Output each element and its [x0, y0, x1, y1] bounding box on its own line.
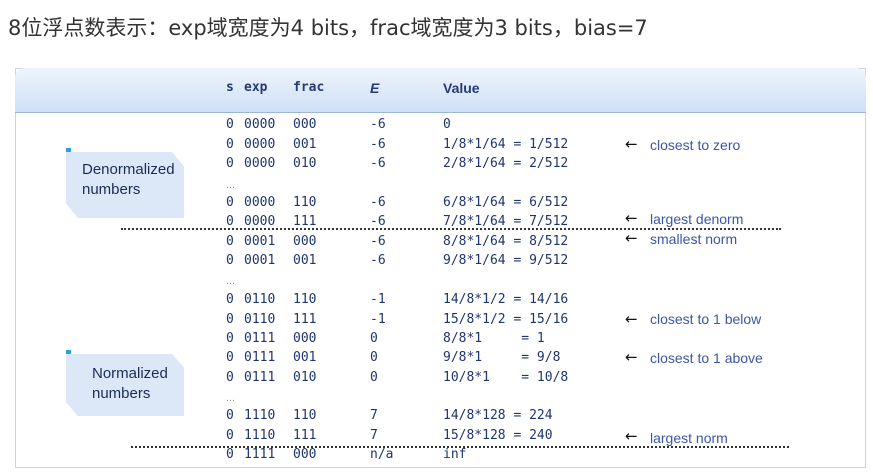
cell-e: n/a [370, 447, 394, 462]
cell-exp: 0111 [244, 331, 276, 346]
cell-e: -1 [370, 292, 386, 307]
cell-value: inf [443, 447, 467, 462]
cell-s: 0 [226, 117, 234, 132]
cell-exp: 0000 [244, 117, 276, 132]
note-closest-above-1: closest to 1 above [650, 350, 763, 366]
cell-frac: 000 [293, 447, 317, 462]
cell-frac: 111 [293, 312, 317, 327]
cell-value: 0 [443, 117, 451, 132]
denormalized-label: Denormalized numbers [82, 161, 175, 198]
cell-s: 0 [226, 253, 234, 268]
cell-s: 0 [226, 447, 234, 462]
note-closest-below-1: closest to 1 below [650, 311, 762, 327]
denorm-norm-divider [121, 228, 781, 230]
table-header-band [15, 68, 866, 113]
cell-s: 0 [226, 156, 234, 171]
cell-s: 0 [226, 428, 234, 443]
cell-e: 7 [370, 428, 378, 443]
cell-frac: 111 [293, 428, 317, 443]
cell-frac: 110 [293, 292, 317, 307]
cell-frac: 001 [293, 350, 317, 365]
arrow-icon: ← [625, 229, 638, 247]
cell-frac: 000 [293, 234, 317, 249]
cell-s: 0 [226, 234, 234, 249]
normalized-label: Normalized numbers [92, 365, 168, 402]
cell-s: 0 [226, 292, 234, 307]
arrow-icon: ← [625, 348, 638, 366]
cell-exp: 0001 [244, 253, 276, 268]
cell-value: 14/8*128 = 224 [443, 408, 553, 423]
cell-s: 0 [226, 331, 234, 346]
cell-e: 0 [370, 370, 378, 385]
cell-e: 7 [370, 408, 378, 423]
cell-exp: 1110 [244, 428, 276, 443]
header-e: E [370, 80, 380, 96]
page-title: 8位浮点数表示：exp域宽度为4 bits，frac域宽度为3 bits，bia… [8, 16, 648, 40]
arrow-icon: ← [625, 427, 638, 445]
cell-e: -6 [370, 137, 386, 152]
cell-frac: 010 [293, 370, 317, 385]
header-s: s [226, 80, 234, 95]
cell-e: -1 [370, 312, 386, 327]
norm-special-divider [131, 446, 789, 448]
arrow-icon: ← [625, 310, 638, 328]
cell-e: -6 [370, 253, 386, 268]
cell-value: 10/8*1 = 10/8 [443, 370, 569, 385]
cell-exp: 0000 [244, 137, 276, 152]
cell-value: 9/8*1 = 9/8 [443, 350, 561, 365]
cell-value: 1/8*1/64 = 1/512 [443, 137, 569, 152]
denormalized-badge: Denormalized numbers [66, 152, 184, 218]
cell-frac: 010 [293, 156, 317, 171]
cell-exp: 0000 [244, 195, 276, 210]
cell-value: 15/8*128 = 240 [443, 428, 553, 443]
cell-frac: 001 [293, 137, 317, 152]
cell-e: 0 [370, 331, 378, 346]
cell-exp: 0111 [244, 350, 276, 365]
cell-e: 0 [370, 350, 378, 365]
cell-e: -6 [370, 234, 386, 249]
note-closest-to-zero: closest to zero [650, 137, 741, 153]
cell-value: 8/8*1/64 = 8/512 [443, 234, 569, 249]
ellipsis-1: … [226, 181, 235, 191]
note-smallest-norm: smallest norm [650, 231, 738, 247]
cell-exp: 0001 [244, 234, 276, 249]
header-value: Value [443, 80, 480, 96]
ellipsis-2: … [226, 277, 235, 287]
cell-frac: 001 [293, 253, 317, 268]
arrow-icon: ← [625, 209, 638, 227]
note-largest-denorm: largest denorm [650, 211, 744, 227]
cell-s: 0 [226, 195, 234, 210]
cell-frac: 000 [293, 331, 317, 346]
cell-s: 0 [226, 137, 234, 152]
cell-e: -6 [370, 117, 386, 132]
cell-exp: 0000 [244, 156, 276, 171]
cell-exp: 1111 [244, 447, 276, 462]
ellipsis-3: … [226, 394, 235, 404]
header-frac: frac [293, 80, 325, 95]
cell-e: -6 [370, 156, 386, 171]
cell-value: 8/8*1 = 1 [443, 331, 545, 346]
cell-value: 6/8*1/64 = 6/512 [443, 195, 569, 210]
header-exp: exp [244, 80, 268, 95]
cell-value: 2/8*1/64 = 2/512 [443, 156, 569, 171]
cell-frac: 110 [293, 195, 317, 210]
cell-value: 15/8*1/2 = 15/16 [443, 312, 569, 327]
cell-e: -6 [370, 195, 386, 210]
note-largest-norm: largest norm [650, 430, 728, 446]
cell-value: 14/8*1/2 = 14/16 [443, 292, 569, 307]
cell-s: 0 [226, 312, 234, 327]
normalized-badge: Normalized numbers [66, 354, 184, 416]
cell-s: 0 [226, 408, 234, 423]
cell-exp: 1110 [244, 408, 276, 423]
arrow-icon: ← [625, 135, 638, 153]
cell-frac: 110 [293, 408, 317, 423]
cell-value: 9/8*1/64 = 9/512 [443, 253, 569, 268]
cell-frac: 000 [293, 117, 317, 132]
cell-s: 0 [226, 350, 234, 365]
cell-s: 0 [226, 370, 234, 385]
cell-exp: 0111 [244, 370, 276, 385]
cell-exp: 0110 [244, 312, 276, 327]
cell-exp: 0110 [244, 292, 276, 307]
